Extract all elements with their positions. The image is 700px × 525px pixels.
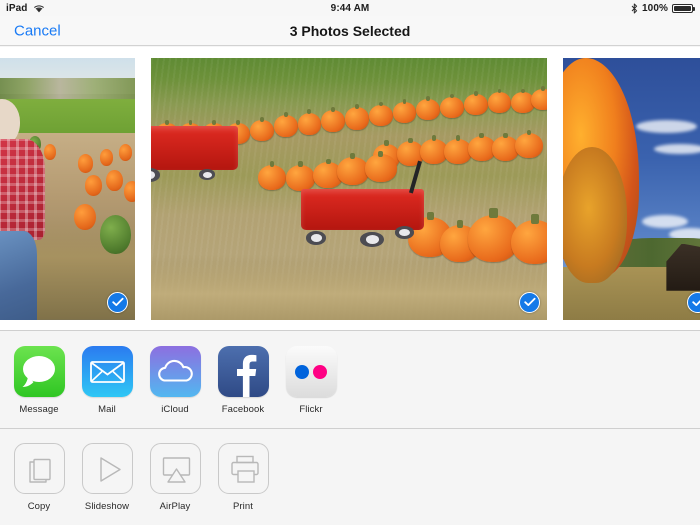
action-label: Copy: [27, 501, 51, 512]
action-label: Slideshow: [84, 501, 130, 512]
facebook-f-icon: [217, 346, 269, 397]
cancel-button[interactable]: Cancel: [11, 20, 64, 41]
battery-percent-label: 100%: [642, 2, 668, 14]
photo-selected-badge[interactable]: [687, 291, 700, 313]
photo-thumbnail-3[interactable]: [563, 57, 700, 320]
cloud-icon: [149, 346, 201, 397]
selected-photos-strip[interactable]: [0, 47, 700, 330]
share-target-flickr[interactable]: Flickr: [281, 346, 341, 415]
photo-thumbnail-1[interactable]: [0, 57, 135, 320]
photo-selected-badge[interactable]: [107, 291, 128, 313]
battery-full-icon: [672, 3, 695, 13]
message-bubble-icon: [13, 346, 65, 397]
share-target-label: Flickr: [299, 404, 323, 415]
copy-documents-icon: [13, 443, 65, 494]
share-sheet-screen: iPad 9:44 AM 100% Cancel 3 Photos Select…: [0, 0, 700, 525]
action-slideshow[interactable]: Slideshow: [77, 443, 137, 512]
share-target-label: Mail: [98, 404, 116, 415]
action-label: Print: [232, 501, 254, 512]
photo-child-pumpkin-patch: [0, 57, 135, 320]
status-bar: iPad 9:44 AM 100%: [0, 0, 700, 16]
share-target-label: Message: [19, 404, 59, 415]
envelope-icon: [81, 346, 133, 397]
bluetooth-icon: [631, 3, 638, 14]
share-target-icloud[interactable]: iCloud: [145, 346, 205, 415]
action-label: AirPlay: [159, 501, 191, 512]
photo-thumbnail-2[interactable]: [151, 57, 547, 320]
share-target-label: iCloud: [161, 404, 189, 415]
share-target-facebook[interactable]: Facebook: [213, 346, 273, 415]
play-triangle-icon: [81, 443, 133, 494]
airplay-icon: [149, 443, 201, 494]
share-target-label: Facebook: [221, 404, 265, 415]
photo-red-wagons-pumpkins: [151, 57, 547, 320]
action-copy[interactable]: Copy: [9, 443, 69, 512]
back-wagon: [151, 125, 239, 182]
front-wagon: [301, 160, 425, 248]
share-target-message[interactable]: Message: [9, 346, 69, 415]
share-target-mail[interactable]: Mail: [77, 346, 137, 415]
actions-row: Copy Slideshow AirPlay Print: [0, 429, 700, 525]
action-airplay[interactable]: AirPlay: [145, 443, 205, 512]
page-title: 3 Photos Selected: [289, 22, 411, 39]
status-bar-clock: 9:44 AM: [330, 2, 370, 14]
share-targets-row: Message Mail iCloud Facebook Flickr: [0, 331, 700, 428]
flickr-dots-icon: [285, 346, 337, 397]
navigation-bar: Cancel 3 Photos Selected: [0, 16, 700, 46]
action-print[interactable]: Print: [213, 443, 273, 512]
printer-icon: [217, 443, 269, 494]
child-subject: [0, 99, 46, 320]
photo-autumn-tree-barn: [563, 57, 700, 320]
status-bar-right: 100%: [631, 2, 695, 14]
photo-selected-badge[interactable]: [519, 291, 540, 313]
